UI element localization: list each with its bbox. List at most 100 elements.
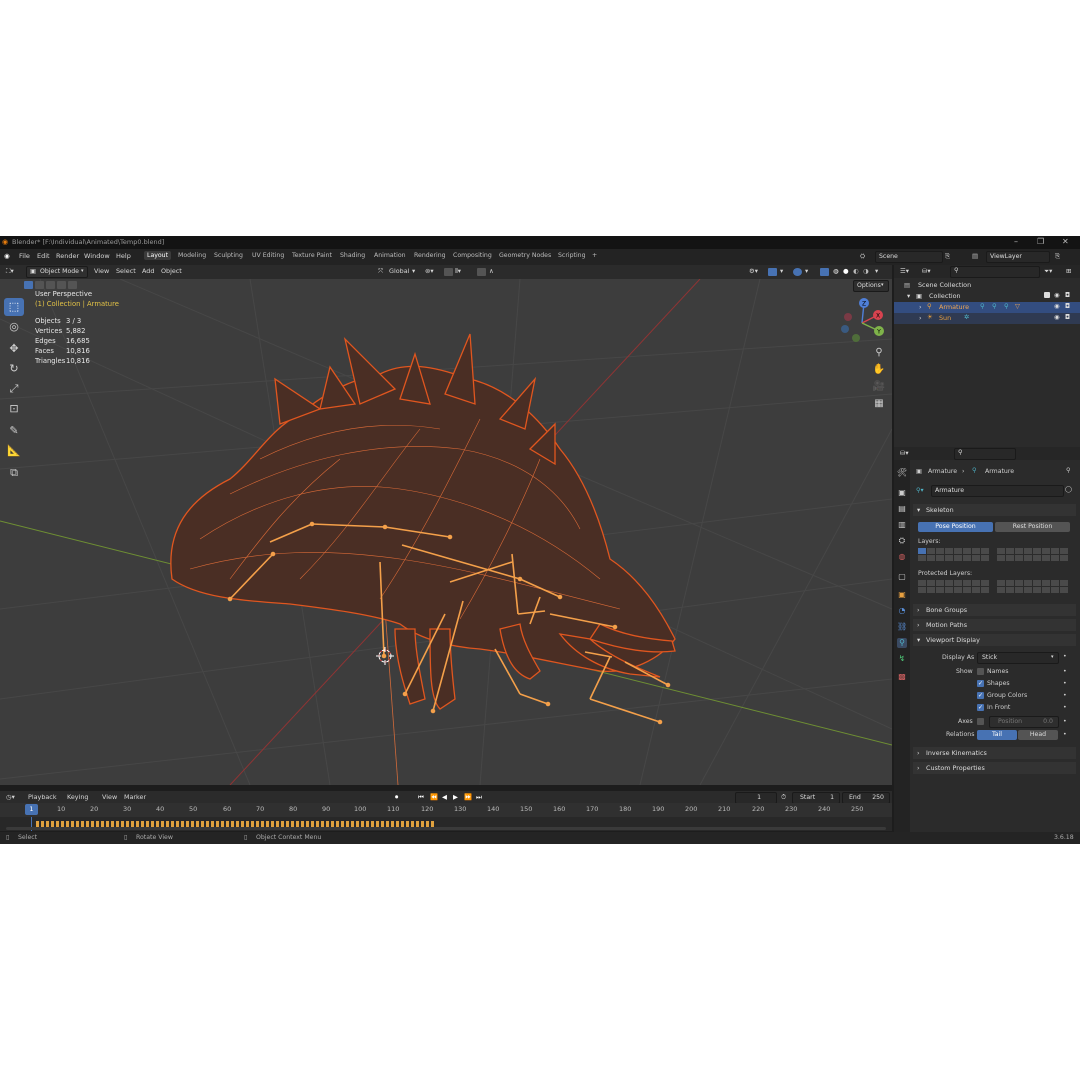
menu-window[interactable]: Window xyxy=(84,252,110,260)
new-collection-icon[interactable]: ⊞ xyxy=(1066,267,1071,275)
texture-tab-icon[interactable]: ▩ xyxy=(897,672,907,682)
record-icon[interactable]: ⏺ xyxy=(395,793,398,802)
falloff-icon[interactable]: ∧ xyxy=(489,267,494,275)
display-mode-icon[interactable]: ⛁▾ xyxy=(922,267,931,275)
pivot-point-icon[interactable]: ⊚▾ xyxy=(425,267,434,275)
annotate-tool-icon[interactable]: ✎ xyxy=(4,422,24,440)
eye-icon[interactable]: ◉ xyxy=(1054,302,1060,310)
tab-compositing[interactable]: Compositing xyxy=(453,252,492,259)
move-tool-icon[interactable]: ✥ xyxy=(4,340,24,358)
tab-sculpting[interactable]: Sculpting xyxy=(214,252,243,259)
eye-icon[interactable]: ◉ xyxy=(1054,291,1060,299)
expand-arrow-icon[interactable]: › xyxy=(919,303,922,311)
viewlayer-selector[interactable]: ViewLayer xyxy=(986,251,1050,263)
pin-icon[interactable]: ⚲ xyxy=(1066,467,1071,474)
animate-property-icon[interactable]: • xyxy=(1063,704,1067,711)
close-icon[interactable]: ✕ xyxy=(1062,237,1069,246)
bone-tab-icon[interactable]: ↯ xyxy=(897,654,907,664)
select-intersect-icon[interactable] xyxy=(68,281,77,289)
material-shading-icon[interactable]: ◐ xyxy=(853,267,859,275)
measure-tool-icon[interactable]: 📐 xyxy=(4,442,24,460)
menu-marker[interactable]: Marker xyxy=(124,793,146,801)
render-tab-icon[interactable]: ▣ xyxy=(897,488,907,498)
shapes-checkbox[interactable]: ✓ xyxy=(977,680,984,687)
output-tab-icon[interactable]: ▤ xyxy=(897,504,907,514)
motion-paths-panel-header[interactable]: › Motion Paths xyxy=(913,619,1076,631)
menu-timeline-view[interactable]: View xyxy=(102,793,117,801)
animate-property-icon[interactable]: • xyxy=(1063,653,1067,660)
animate-property-icon[interactable]: • xyxy=(1063,668,1067,675)
tool-tab-icon[interactable]: 🛠 xyxy=(897,468,907,478)
wireframe-shading-icon[interactable]: ◍ xyxy=(833,267,839,275)
camera-icon[interactable]: ◘ xyxy=(1065,302,1070,310)
play-reverse-icon[interactable]: ◀ xyxy=(442,793,447,801)
minimize-icon[interactable]: – xyxy=(1014,237,1018,246)
pan-hand-icon[interactable]: ✋ xyxy=(872,363,886,377)
menu-help[interactable]: Help xyxy=(116,252,131,260)
timeline-editor-icon[interactable]: ◷▾ xyxy=(6,793,15,801)
timeline-ruler[interactable]: 1 10 20 30 40 50 60 70 80 90 100 110 120… xyxy=(0,803,892,817)
add-cube-tool-icon[interactable]: ⧉ xyxy=(4,464,24,482)
outliner-collection-row[interactable]: ▾ ▣ Collection ◉ ◘ xyxy=(894,291,1080,302)
timeline-scrollbar[interactable] xyxy=(6,827,886,830)
filter-icon[interactable]: ⏷▾ xyxy=(1044,267,1052,276)
snap-toggle-icon[interactable] xyxy=(444,268,453,276)
viewport-options-button[interactable]: Options ▾ xyxy=(853,280,889,292)
new-scene-icon[interactable]: ⎘ xyxy=(945,252,950,261)
add-workspace-button[interactable]: + xyxy=(592,252,597,259)
solid-shading-icon[interactable]: ● xyxy=(843,267,849,275)
jump-keyframe-back-icon[interactable]: ⏪ xyxy=(430,793,438,801)
orientation-selector[interactable]: Global xyxy=(389,267,409,275)
proportional-edit-icon[interactable] xyxy=(477,268,486,276)
expand-arrow-icon[interactable]: ▾ xyxy=(907,292,910,300)
jump-keyframe-forward-icon[interactable]: ⏩ xyxy=(464,793,472,801)
play-icon[interactable]: ▶ xyxy=(453,793,458,801)
properties-search-input[interactable]: ⚲ xyxy=(954,448,1016,460)
in-front-checkbox[interactable]: ✓ xyxy=(977,704,984,711)
scale-tool-icon[interactable]: ⤢ xyxy=(4,380,24,398)
maximize-icon[interactable]: ❐ xyxy=(1037,237,1044,246)
select-extend-icon[interactable] xyxy=(35,281,44,289)
creature-wireframe-mesh[interactable] xyxy=(170,333,676,710)
rest-position-button[interactable]: Rest Position xyxy=(995,522,1070,532)
zoom-icon[interactable]: ⚲ xyxy=(872,346,886,360)
scene-selector[interactable]: Scene xyxy=(875,251,943,263)
armature-name-field[interactable]: Armature xyxy=(931,485,1064,497)
camera-icon[interactable]: ◘ xyxy=(1065,313,1070,321)
eye-icon[interactable]: ◉ xyxy=(1054,313,1060,321)
protected-layers-grid-1[interactable] xyxy=(918,580,989,594)
collection-tab-icon[interactable]: ▢ xyxy=(897,572,907,582)
tab-modeling[interactable]: Modeling xyxy=(178,252,206,259)
view-layer-tab-icon[interactable]: ▥ xyxy=(897,520,907,530)
chevron-down-icon[interactable]: ▾ xyxy=(780,267,783,275)
constraints-tab-icon[interactable]: ⛓ xyxy=(897,622,907,632)
menu-playback[interactable]: Playback xyxy=(28,793,57,801)
tab-texture-paint[interactable]: Texture Paint xyxy=(292,252,332,259)
object-tab-icon[interactable]: ▣ xyxy=(897,590,907,600)
relations-head-button[interactable]: Head xyxy=(1018,730,1058,740)
menu-render[interactable]: Render xyxy=(56,252,79,260)
viewport-canvas[interactable]: Z Y X xyxy=(0,279,892,785)
perspective-grid-icon[interactable]: ▦ xyxy=(872,397,886,411)
tab-rendering[interactable]: Rendering xyxy=(414,252,446,259)
timeline-keyframes[interactable] xyxy=(0,817,892,831)
outliner-editor-icon[interactable]: ☰▾ xyxy=(900,267,909,275)
editor-type-icon[interactable]: ⛶▾ xyxy=(6,267,14,276)
protected-layers-grid-2[interactable] xyxy=(997,580,1068,594)
playhead[interactable]: 1 xyxy=(25,804,38,815)
gizmo-toggle-icon[interactable] xyxy=(768,268,777,276)
select-new-icon[interactable] xyxy=(24,281,33,289)
viewport-display-panel-header[interactable]: ▾ Viewport Display xyxy=(913,634,1076,646)
exclude-checkbox[interactable] xyxy=(1044,292,1050,298)
physics-tab-icon[interactable]: ◔ xyxy=(897,606,907,616)
bone-layers-grid-2[interactable] xyxy=(997,548,1068,562)
menu-select[interactable]: Select xyxy=(116,267,136,275)
chevron-down-icon[interactable]: ▾ xyxy=(875,267,878,275)
menu-keying[interactable]: Keying xyxy=(67,793,88,801)
rendered-shading-icon[interactable]: ◑ xyxy=(863,267,869,275)
menu-edit[interactable]: Edit xyxy=(37,252,50,260)
armature-data-tab-icon[interactable]: ⚲ xyxy=(897,638,907,648)
camera-icon[interactable]: ◘ xyxy=(1065,291,1070,299)
animate-property-icon[interactable]: • xyxy=(1063,680,1067,687)
jump-end-icon[interactable]: ⏭ xyxy=(476,793,482,802)
